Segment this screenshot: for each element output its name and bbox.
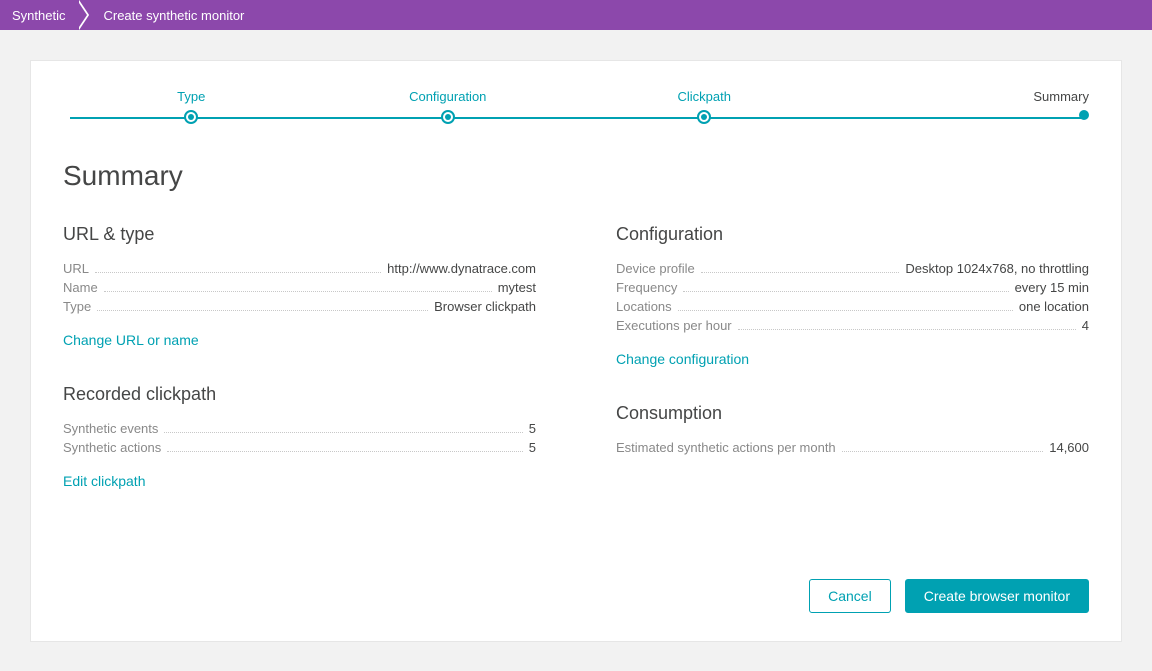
section-url-type-title: URL & type [63,224,536,245]
create-monitor-button[interactable]: Create browser monitor [905,579,1089,613]
section-consumption-title: Consumption [616,403,1089,424]
step-dot-icon [184,110,198,124]
kv-value: Browser clickpath [434,299,536,314]
kv-value: 4 [1082,318,1089,333]
kv-row-type: Type Browser clickpath [63,299,536,314]
kv-label: Type [63,299,91,314]
kv-label: Executions per hour [616,318,732,333]
change-url-link[interactable]: Change URL or name [63,332,199,348]
step-clickpath[interactable]: Clickpath [576,89,833,124]
step-dot-icon [1079,110,1089,120]
kv-fill [104,291,492,292]
footer-actions: Cancel Create browser monitor [63,579,1089,613]
kv-fill [678,310,1013,311]
breadcrumb-separator-icon [79,0,97,30]
cancel-button[interactable]: Cancel [809,579,891,613]
kv-label: Frequency [616,280,677,295]
step-dot-icon [441,110,455,124]
step-label: Type [177,89,205,104]
edit-clickpath-link[interactable]: Edit clickpath [63,473,145,489]
kv-value: http://www.dynatrace.com [387,261,536,276]
step-label: Configuration [409,89,486,104]
kv-label: Estimated synthetic actions per month [616,440,836,455]
kv-label: Locations [616,299,672,314]
kv-row-locations: Locations one location [616,299,1089,314]
kv-row-url: URL http://www.dynatrace.com [63,261,536,276]
kv-row-synthetic-events: Synthetic events 5 [63,421,536,436]
kv-fill [167,451,522,452]
wizard-stepper: Type Configuration Clickpath Summary [63,89,1089,124]
kv-value: 5 [529,440,536,455]
kv-row-device-profile: Device profile Desktop 1024x768, no thro… [616,261,1089,276]
kv-label: Synthetic actions [63,440,161,455]
breadcrumb-current: Create synthetic monitor [97,8,244,23]
kv-value: one location [1019,299,1089,314]
step-summary[interactable]: Summary [833,89,1090,124]
step-label: Clickpath [678,89,731,104]
section-configuration-title: Configuration [616,224,1089,245]
kv-label: Name [63,280,98,295]
step-dot-icon [697,110,711,124]
kv-row-frequency: Frequency every 15 min [616,280,1089,295]
section-clickpath-title: Recorded clickpath [63,384,536,405]
kv-row-synthetic-actions: Synthetic actions 5 [63,440,536,455]
breadcrumb-current-label: Create synthetic monitor [103,8,244,23]
step-label: Summary [1033,89,1089,104]
kv-fill [701,272,900,273]
kv-row-estimated-actions: Estimated synthetic actions per month 14… [616,440,1089,455]
breadcrumb-root[interactable]: Synthetic [0,0,79,30]
kv-fill [842,451,1044,452]
kv-value: mytest [498,280,536,295]
kv-label: URL [63,261,89,276]
step-configuration[interactable]: Configuration [320,89,577,124]
kv-label: Synthetic events [63,421,158,436]
wizard-card: Type Configuration Clickpath Summary Sum… [30,60,1122,642]
step-type[interactable]: Type [63,89,320,124]
change-configuration-link[interactable]: Change configuration [616,351,749,367]
breadcrumb-bar: Synthetic Create synthetic monitor [0,0,1152,30]
kv-value: Desktop 1024x768, no throttling [905,261,1089,276]
kv-fill [738,329,1076,330]
right-column: Configuration Device profile Desktop 102… [616,216,1089,489]
breadcrumb-root-label: Synthetic [12,8,65,23]
left-column: URL & type URL http://www.dynatrace.com … [63,216,536,489]
kv-label: Device profile [616,261,695,276]
kv-value: 5 [529,421,536,436]
kv-fill [97,310,428,311]
kv-value: every 15 min [1015,280,1089,295]
kv-row-executions: Executions per hour 4 [616,318,1089,333]
kv-fill [683,291,1008,292]
kv-row-name: Name mytest [63,280,536,295]
kv-fill [95,272,381,273]
kv-fill [164,432,522,433]
kv-value: 14,600 [1049,440,1089,455]
page-title: Summary [63,160,1089,192]
